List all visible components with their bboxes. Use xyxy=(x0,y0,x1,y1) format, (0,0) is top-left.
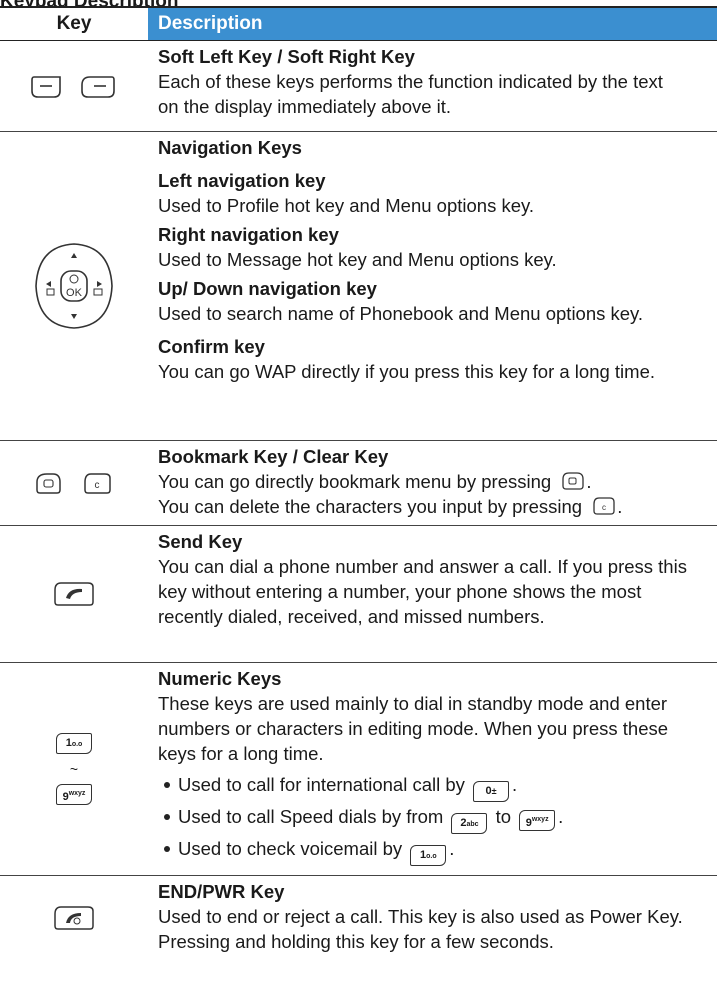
desc-cell-send: Send Key You can dial a phone number and… xyxy=(148,526,717,662)
key-9-inline-icon: 9wxyz xyxy=(519,810,556,831)
row-text: These keys are used mainly to dial in st… xyxy=(158,693,669,764)
bullet-text-to: to xyxy=(495,806,512,827)
bullet-period: . xyxy=(512,774,518,795)
row-title: Send Key xyxy=(158,531,243,552)
desc-cell-nav: Navigation Keys Left navigation key Used… xyxy=(148,132,717,440)
navigation-key-icon: OK xyxy=(35,243,113,329)
bookmark-text: You can go directly bookmark menu by pre… xyxy=(158,471,552,492)
key-2-icon: 2abc xyxy=(451,813,488,834)
updown-nav-text: Used to search name of Phonebook and Men… xyxy=(158,303,644,324)
table-row-soft-keys: Soft Left Key / Soft Right Key Each of t… xyxy=(0,41,717,132)
key-cell-bookmark: c xyxy=(0,441,148,525)
key-9-sub: wxyz xyxy=(68,790,86,797)
end-power-key-icon xyxy=(54,906,94,930)
send-key-icon xyxy=(54,582,94,606)
key-9-icon: 9wxyz xyxy=(56,784,92,805)
desc-cell-bookmark: Bookmark Key / Clear Key You can go dire… xyxy=(148,441,717,525)
bullet-period: . xyxy=(558,806,564,827)
bookmark-period: . xyxy=(586,471,592,492)
left-nav-text: Used to Profile hot key and Menu options… xyxy=(158,195,535,216)
confirm-text: You can go WAP directly if you press thi… xyxy=(158,361,655,382)
desc-cell-numeric: Numeric Keys These keys are used mainly … xyxy=(148,663,717,875)
keypad-table: Key Description Soft Left Key / Soft Rig… xyxy=(0,6,717,960)
bookmark-key-icon xyxy=(562,472,584,490)
updown-nav-title: Up/ Down navigation key xyxy=(158,278,377,299)
range-tilde: ~ xyxy=(69,761,79,777)
soft-keys-icon xyxy=(31,76,115,98)
list-item: Used to call for international call by 0… xyxy=(158,770,717,802)
ok-label: OK xyxy=(66,287,83,299)
right-nav-title: Right navigation key xyxy=(158,224,339,245)
bullet-text: Used to call Speed dials by from xyxy=(178,806,444,827)
table-row-numeric: 1o.o ~ 9wxyz Numeric Keys These keys are… xyxy=(0,663,717,876)
row-title: Navigation Keys xyxy=(158,137,302,158)
row-text: You can dial a phone number and answer a… xyxy=(158,556,687,627)
column-header-description: Description xyxy=(148,8,717,40)
key-cell-end xyxy=(0,876,148,960)
key-2-sub: abc xyxy=(466,821,479,828)
left-nav-title: Left navigation key xyxy=(158,170,326,191)
clear-text: You can delete the characters you input … xyxy=(158,496,583,517)
numeric-bullet-list: Used to call for international call by 0… xyxy=(158,770,717,866)
bullet-text: Used to call for international call by xyxy=(178,774,465,795)
table-header: Key Description xyxy=(0,8,717,41)
table-row-end-pwr: END/PWR Key Used to end or reject a call… xyxy=(0,876,717,960)
row-text: Each of these keys performs the function… xyxy=(158,71,663,117)
clear-key-icon: c xyxy=(593,497,615,515)
key-1-inline-sub: o.o xyxy=(426,853,437,860)
clear-line: You can delete the characters you input … xyxy=(158,494,717,519)
right-nav-text: Used to Message hot key and Menu options… xyxy=(158,249,557,270)
key-cell-soft xyxy=(0,41,148,131)
key-cell-nav: OK xyxy=(0,132,148,440)
row-text: Used to end or reject a call. This key i… xyxy=(158,906,683,952)
column-header-key: Key xyxy=(56,13,92,34)
key-9-inline-sub: wxyz xyxy=(531,816,549,823)
bullet-period: . xyxy=(449,838,455,859)
row-title: Soft Left Key / Soft Right Key xyxy=(158,46,415,67)
row-title: Numeric Keys xyxy=(158,668,282,689)
key-cell-numeric: 1o.o ~ 9wxyz xyxy=(0,663,148,875)
table-row-bookmark-clear: c Bookmark Key / Clear Key You can go di… xyxy=(0,441,717,526)
table-row-navigation: OK Navigation Keys Left navigation key U… xyxy=(0,132,717,441)
desc-cell-end: END/PWR Key Used to end or reject a call… xyxy=(148,876,717,960)
key-cell-send xyxy=(0,526,148,662)
bullet-text: Used to check voicemail by xyxy=(178,838,403,859)
key-1-inline-icon: 1o.o xyxy=(410,845,447,866)
bookmark-line: You can go directly bookmark menu by pre… xyxy=(158,469,717,494)
table-row-send: Send Key You can dial a phone number and… xyxy=(0,526,717,663)
clear-icon-label: c xyxy=(95,480,100,491)
row-title: END/PWR Key xyxy=(158,881,285,902)
bookmark-clear-keys-icon: c xyxy=(36,473,111,494)
confirm-title: Confirm key xyxy=(158,336,265,357)
clear-key-glyph: c xyxy=(602,503,606,512)
key-1-sub: o.o xyxy=(71,741,83,748)
key-1-icon: 1o.o xyxy=(56,733,92,754)
clear-period: . xyxy=(617,496,623,517)
row-title: Bookmark Key / Clear Key xyxy=(158,446,389,467)
list-item: Used to check voicemail by 1o.o. xyxy=(158,834,717,866)
key-0-icon: 0± xyxy=(473,781,510,802)
list-item: Used to call Speed dials by from 2abc to… xyxy=(158,802,717,834)
desc-cell-soft: Soft Left Key / Soft Right Key Each of t… xyxy=(148,41,717,131)
